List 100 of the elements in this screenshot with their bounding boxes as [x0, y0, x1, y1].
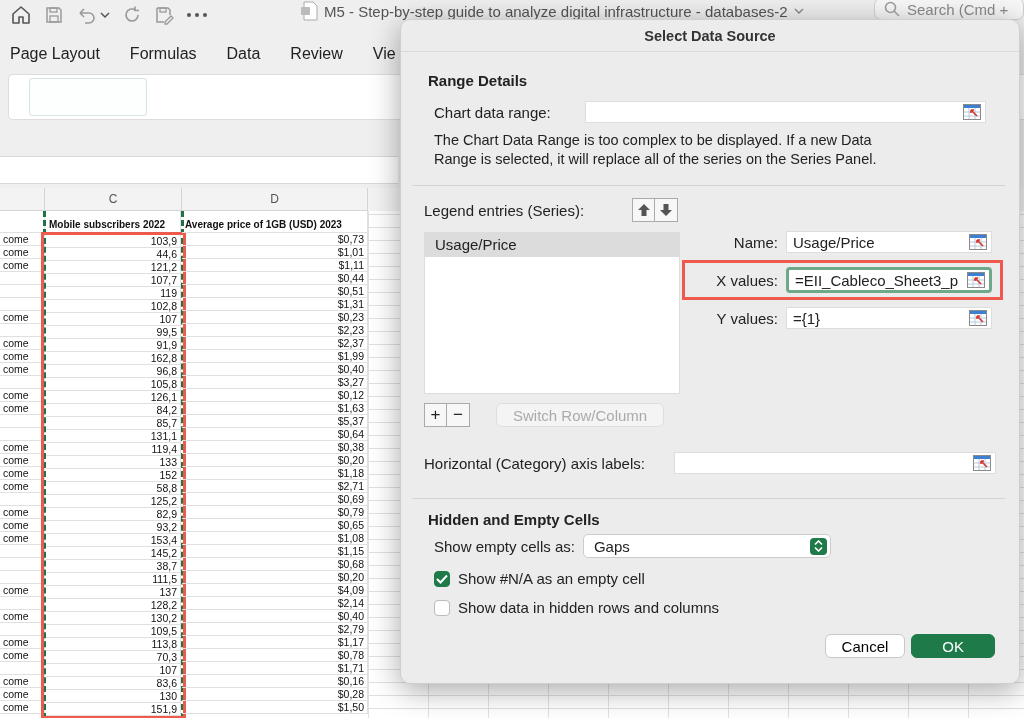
table-cell: 133 [46, 456, 181, 469]
field-label: Chart data range: [434, 103, 552, 121]
checkbox[interactable] [434, 599, 450, 616]
checkbox[interactable] [434, 570, 450, 587]
table-cell: $0,65 [182, 519, 368, 532]
table-cell: 113,8 [46, 638, 181, 651]
table-header-cell: Mobile subscribers 2022 [46, 211, 181, 233]
column-header[interactable]: D [182, 188, 368, 211]
table-cell [0, 376, 45, 389]
move-up-button[interactable] [633, 199, 655, 221]
table-cell: come [0, 337, 45, 350]
table-header-cell: Average price of 1GB (USD) 2023 [182, 211, 368, 233]
table-cell [0, 324, 45, 337]
dialog-title: Select Data Source [401, 20, 1019, 52]
table-cell: come [0, 675, 45, 688]
table-cell: 82,9 [46, 508, 181, 521]
ribbon-tab[interactable]: Vie [372, 45, 396, 63]
dropdown[interactable]: Gaps [582, 534, 831, 558]
column-header[interactable]: C [45, 188, 182, 211]
table-cell: $0,16 [182, 675, 368, 688]
table-cell: come [0, 532, 45, 545]
table-cell: 85,7 [46, 417, 181, 430]
search-field[interactable]: Search (Cmd + [874, 0, 1024, 20]
table-cell: 151,9 [46, 703, 181, 716]
table-cell: $0,51 [182, 285, 368, 298]
table-cell: $2,79 [182, 623, 368, 636]
table-cell: 162,8 [46, 352, 181, 365]
move-down-button[interactable] [655, 199, 677, 221]
table-cell: 111,5 [46, 573, 181, 586]
table-cell [0, 493, 45, 506]
remove-button[interactable]: − [447, 404, 469, 426]
ribbon-tab[interactable]: Formulas [129, 45, 197, 63]
cancel-button[interactable]: Cancel [824, 634, 906, 658]
table-cell: come [0, 506, 45, 519]
table-cell: 107,7 [46, 274, 181, 287]
input-field[interactable] [585, 101, 986, 123]
table-cell: $1,99 [182, 350, 368, 363]
table-cell: come [0, 688, 45, 701]
table-cell: 109,5 [46, 625, 181, 638]
ok-button[interactable]: OK [911, 634, 995, 658]
field-label: Y values: [716, 309, 778, 327]
table-cell: 131,1 [46, 430, 181, 443]
table-cell: $2,23 [182, 324, 368, 337]
checkbox-label[interactable]: Show #N/A as an empty cell [458, 570, 645, 587]
input-field[interactable]: =EII_Cableco_Sheet3_p [786, 267, 992, 293]
arrow-up-icon [636, 203, 651, 217]
table-cell: $1,63 [182, 402, 368, 415]
add-button[interactable]: + [425, 404, 447, 426]
range-picker-icon[interactable] [969, 234, 987, 250]
table-cell: come [0, 454, 45, 467]
redo-icon[interactable] [122, 5, 142, 25]
range-picker-icon[interactable] [967, 272, 985, 288]
table-cell: $2,37 [182, 337, 368, 350]
range-picker-icon[interactable] [969, 310, 987, 326]
more-icon[interactable] [186, 12, 208, 18]
table-cell: come [0, 233, 45, 246]
table-cell: $0,40 [182, 363, 368, 376]
table-cell: 91,9 [46, 339, 181, 352]
caret-icon[interactable] [100, 11, 110, 19]
field-label: Legend entries (Series): [424, 201, 585, 219]
input-field[interactable]: Usage/Price [786, 231, 992, 253]
save-edit-icon[interactable] [154, 5, 174, 25]
document-title[interactable]: M5 - Step-by-step guide to analyze digital infrastructure - databases-2 [324, 2, 788, 20]
ribbon-tab[interactable]: Review [290, 45, 343, 63]
table-cell: $4,09 [182, 584, 368, 597]
table-cell: $1,17 [182, 636, 368, 649]
ribbon-tab[interactable]: Page Layout [10, 45, 100, 63]
field-label: Show empty cells as: [434, 537, 575, 555]
table-cell: 70,3 [46, 651, 181, 664]
table-cell: come [0, 402, 45, 415]
table-cell: 84,2 [46, 404, 181, 417]
ribbon-tab[interactable]: Data [226, 45, 261, 63]
table-cell: $0,20 [182, 454, 368, 467]
range-picker-icon[interactable] [973, 455, 991, 471]
table-cell: 121,2 [46, 261, 181, 274]
info-text: The Chart Data Range is too complex to be displayed. If a new Data Range is selected, it will replace all of the series on the Series Panel. [434, 131, 878, 169]
table-cell: $2,71 [182, 480, 368, 493]
arrow-down-icon [659, 203, 673, 217]
table-cell: come [0, 519, 45, 532]
table-cell: $2,14 [182, 597, 368, 610]
table-cell: come [0, 467, 45, 480]
input-field[interactable] [674, 452, 996, 474]
series-list[interactable]: Usage/Price [424, 232, 680, 394]
series-item[interactable]: Usage/Price [425, 233, 679, 257]
table-cell [0, 558, 45, 571]
table-cell: 125,2 [46, 495, 181, 508]
input-field[interactable]: ={1} [786, 307, 992, 329]
chart-thumbnail[interactable] [29, 78, 147, 116]
table-cell: $1,01 [182, 246, 368, 259]
table-cell: come [0, 441, 45, 454]
range-picker-icon[interactable] [963, 104, 981, 120]
home-icon[interactable] [10, 4, 32, 26]
field-label: X values: [716, 271, 778, 289]
table-cell: $1,08 [182, 532, 368, 545]
search-icon [884, 1, 900, 17]
checkbox-label[interactable]: Show data in hidden rows and columns [458, 599, 719, 616]
table-cell: 145,2 [46, 547, 181, 560]
table-cell: come [0, 480, 45, 493]
table-cell: 83,6 [46, 677, 181, 690]
chevron-icon[interactable] [793, 7, 804, 15]
